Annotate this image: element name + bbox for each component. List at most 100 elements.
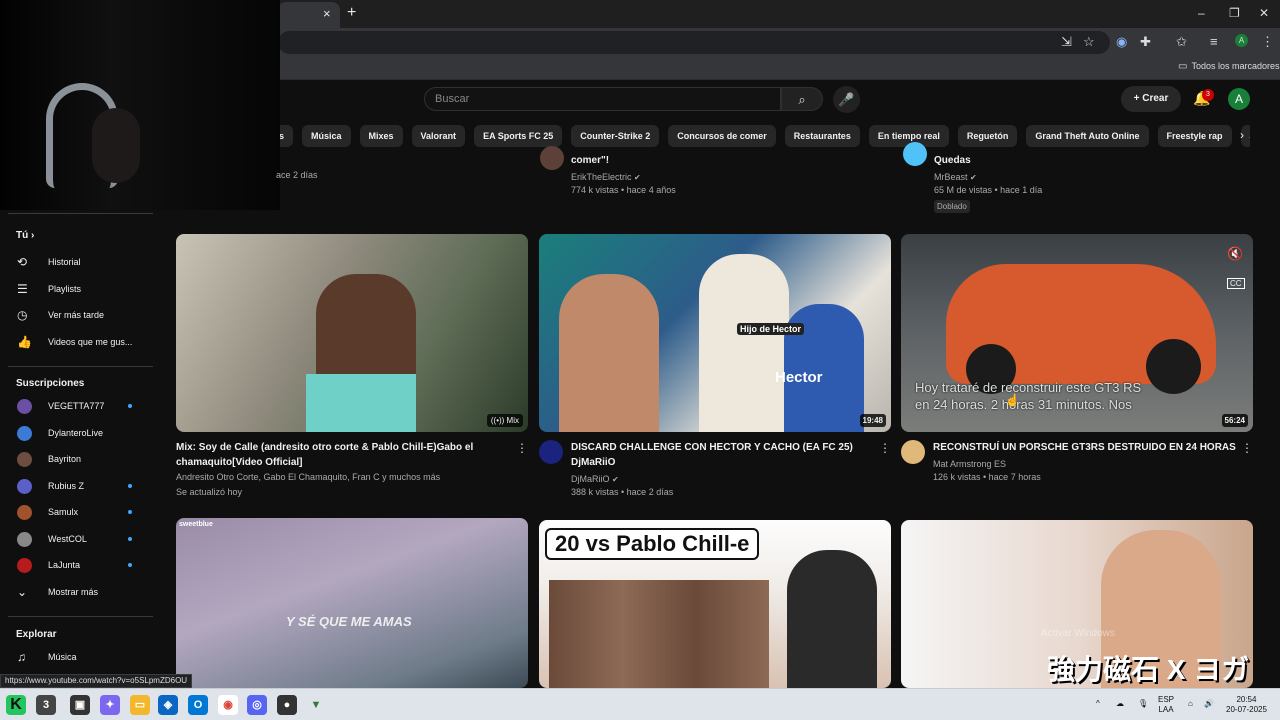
chip-4[interactable]: EA Sports FC 25 — [474, 125, 563, 147]
sub-label: Bayriton — [48, 454, 82, 464]
task-view-icon[interactable]: ▣ — [70, 695, 90, 715]
kick-app-icon[interactable]: K — [6, 695, 26, 715]
video-thumbnail[interactable]: 🔇 CC Hoy trataré de reconstruir este GT3… — [901, 234, 1253, 432]
sidebar-sub-2[interactable]: Bayriton — [0, 447, 155, 473]
copilot-icon[interactable]: ✦ — [100, 695, 120, 715]
video-thumbnail[interactable]: Activar Windows 強力磁石 X ヨガ教室 — [901, 520, 1253, 688]
store-icon[interactable]: ◈ — [158, 695, 178, 715]
extension-active-icon[interactable]: ◉ — [1116, 34, 1127, 50]
channel-avatar — [17, 505, 32, 520]
video-thumbnail[interactable]: sweetblue Y SÉ QUE ME AMAS — [176, 518, 528, 688]
voice-search-button[interactable]: 🎤 — [833, 86, 860, 113]
profile-icon[interactable]: A — [1235, 34, 1248, 47]
chevron-right-icon[interactable]: › — [1240, 128, 1244, 142]
channel-avatar[interactable] — [903, 142, 927, 166]
plus-icon: + — [1133, 93, 1143, 104]
video-title[interactable]: Quedas — [934, 153, 971, 168]
extensions-icon[interactable]: ✚ — [1140, 34, 1151, 50]
sidebar-sub-3[interactable]: Rubius Z — [0, 474, 155, 500]
app-3-icon[interactable]: 3 — [36, 695, 56, 715]
reading-list-icon[interactable]: ✩ — [1176, 34, 1187, 50]
menu-icon[interactable]: ⋮ — [1261, 34, 1274, 50]
file-explorer-icon[interactable]: ▭ — [130, 695, 150, 715]
maximize-icon[interactable]: ❐ — [1229, 6, 1240, 20]
thumbnail-text: Hector — [775, 369, 823, 386]
chip-6[interactable]: Concursos de comer — [668, 125, 776, 147]
sidebar-item-0[interactable]: ⟲ Historial — [0, 250, 155, 276]
music-label: Música — [48, 652, 77, 662]
chip-11[interactable]: Freestyle rap — [1157, 125, 1232, 147]
video-title-line2: chamaquito[Video Official] — [176, 457, 303, 468]
volume-icon[interactable]: 🔊 — [1204, 699, 1214, 709]
outlook-icon[interactable]: O — [188, 695, 208, 715]
sidebar-item-music[interactable]: ♫ Música — [0, 645, 155, 671]
channel-avatar — [17, 531, 32, 547]
sidebar-sub-6[interactable]: LaJunta — [0, 553, 155, 579]
video-title[interactable]: RECONSTRUÍ UN PORSCHE GT3RS DESTRUIDO EN… — [933, 440, 1238, 455]
sidebar-sub-0[interactable]: VEGETTA777 — [0, 394, 155, 420]
chip-7[interactable]: Restaurantes — [784, 125, 860, 147]
channel-name[interactable]: Andresito Otro Corte, Gabo El Chamaquito… — [176, 470, 440, 485]
sidebar-item-3[interactable]: 👍 Videos que me gus... — [0, 330, 155, 356]
app-icon[interactable]: ● — [277, 695, 297, 715]
captions-icon[interactable]: CC — [1227, 278, 1245, 289]
more-options-icon[interactable]: ⋮ — [516, 441, 528, 455]
chip-5[interactable]: Counter-Strike 2 — [571, 125, 660, 147]
mic-tray-icon[interactable]: 🎙 — [1138, 699, 1148, 709]
chip-1[interactable]: Música — [302, 125, 351, 147]
chip-2[interactable]: Mixes — [359, 125, 403, 147]
chrome-icon[interactable]: ◉ — [218, 695, 238, 715]
address-bar[interactable] — [278, 31, 1110, 54]
channel-avatar[interactable] — [539, 440, 563, 464]
video-thumbnail[interactable]: Hijo de Hector Hector 19:48 — [539, 234, 891, 432]
search-button[interactable]: ⌕ — [781, 87, 823, 111]
sidebar-item-label: Playlists — [48, 283, 82, 294]
media-control-icon[interactable]: ≡ — [1210, 34, 1218, 49]
thumbnail-brand: sweetblue — [179, 521, 213, 528]
account-avatar[interactable]: A — [1228, 88, 1250, 110]
show-more-button[interactable]: ⌄ Mostrar más — [0, 580, 155, 606]
channel-avatar[interactable] — [901, 440, 925, 464]
you-section-title[interactable]: Tú › — [16, 230, 34, 241]
chip-3[interactable]: Valorant — [411, 125, 466, 147]
video-title[interactable]: comer"! — [571, 153, 609, 168]
video-card[interactable]: Hijo de Hector Hector 19:48 DISCARD CHAL… — [539, 234, 891, 504]
browser-tab[interactable] — [278, 2, 340, 28]
more-options-icon[interactable]: ⋮ — [1241, 441, 1253, 455]
video-card[interactable]: ((•)) Mix Mix: Soy de Calle (andresito o… — [176, 234, 528, 504]
divider — [8, 213, 153, 214]
clock[interactable]: 20:54 20-07-2025 — [1226, 695, 1267, 715]
video-thumbnail[interactable]: 20 vs Pablo Chill-e — [539, 520, 891, 688]
more-options-icon[interactable]: ⋮ — [879, 441, 891, 455]
sidebar-sub-1[interactable]: DylanteroLive — [0, 421, 155, 447]
new-tab-icon[interactable]: + — [347, 4, 356, 22]
chip-9[interactable]: Reguetón — [957, 125, 1018, 147]
channel-avatar[interactable] — [540, 146, 564, 170]
vegas-icon[interactable]: ▼ — [306, 695, 326, 715]
webcam-overlay — [0, 0, 280, 210]
close-window-icon[interactable]: ✕ — [1259, 6, 1269, 20]
video-thumbnail[interactable]: ((•)) Mix — [176, 234, 528, 432]
discord-icon[interactable]: ◎ — [247, 695, 267, 715]
thumbnail-figure — [559, 274, 659, 432]
create-button[interactable]: + Crear — [1121, 86, 1181, 112]
install-app-icon[interactable]: ⇲ — [1061, 34, 1072, 50]
sidebar-sub-4[interactable]: Samulx — [0, 500, 155, 526]
sidebar-sub-5[interactable]: WestCOL — [0, 527, 155, 553]
sidebar-item-1[interactable]: ☰ Playlists — [0, 277, 155, 303]
all-bookmarks[interactable]: ▭ Todos los marcadores — [1178, 61, 1280, 72]
video-card[interactable]: 🔇 CC Hoy trataré de reconstruir este GT3… — [901, 234, 1253, 504]
minimize-icon[interactable]: – — [1198, 6, 1205, 20]
tab-close-icon[interactable]: × — [323, 6, 331, 21]
wifi-icon[interactable]: ⌂ — [1188, 699, 1193, 709]
mute-icon[interactable]: 🔇 — [1227, 246, 1243, 262]
search-input[interactable]: Buscar — [424, 87, 781, 111]
chevron-up-icon[interactable]: ^ — [1096, 699, 1100, 709]
language-indicator[interactable]: ESP LAA — [1158, 695, 1174, 715]
sidebar-item-2[interactable]: ◷ Ver más tarde — [0, 303, 155, 329]
chip-10[interactable]: Grand Theft Auto Online — [1026, 125, 1149, 147]
bookmark-star-icon[interactable]: ☆ — [1083, 34, 1095, 50]
video-title[interactable]: Mix: Soy de Calle (andresito otro corte … — [176, 440, 511, 470]
video-title[interactable]: DISCARD CHALLENGE CON HECTOR Y CACHO (EA… — [571, 440, 871, 470]
network-cloud-icon[interactable]: ☁ — [1116, 699, 1124, 709]
